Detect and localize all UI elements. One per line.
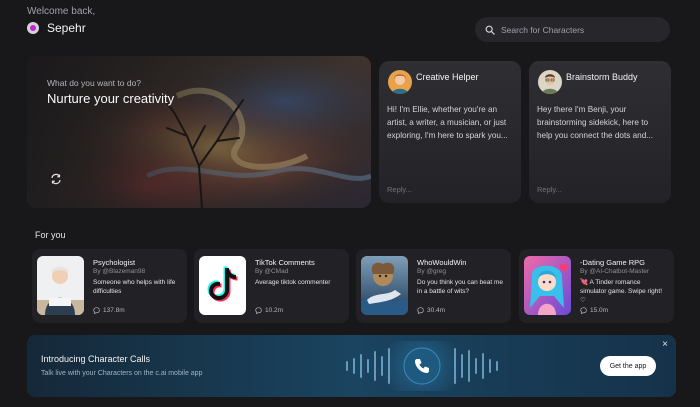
character-card-psychologist[interactable]: Psychologist By @Blazeman98 Someone who … xyxy=(32,249,187,323)
user-name: Sepehr xyxy=(47,21,86,35)
interaction-count: 30.4m xyxy=(417,307,445,314)
interaction-count: 15.0m xyxy=(580,307,608,314)
chat-card-creative-helper[interactable]: Creative Helper Hi! I'm Ellie, whether y… xyxy=(379,61,521,203)
character-name: -Dating Game RPG xyxy=(580,258,646,267)
hero-question: What do you want to do? xyxy=(47,78,142,88)
character-description: Average tiktok commenter xyxy=(255,279,331,286)
search-bar[interactable] xyxy=(475,17,670,42)
character-image xyxy=(199,256,246,315)
character-description: 💘 A Tinder romance simulator game. Swipe… xyxy=(580,279,663,304)
user-avatar xyxy=(27,22,39,34)
banner-title: Introducing Character Calls xyxy=(41,354,151,364)
hero-banner[interactable]: What do you want to do? Nurture your cre… xyxy=(27,56,371,208)
reply-input[interactable]: Reply... xyxy=(387,185,412,194)
character-author: By @AI-Chatbot-Master xyxy=(580,268,650,275)
refresh-icon[interactable] xyxy=(49,172,63,186)
chat-bubble-icon xyxy=(93,307,100,314)
interaction-count: 137.8m xyxy=(93,307,125,314)
chat-bubble-icon xyxy=(580,307,587,314)
hero-title: Nurture your creativity xyxy=(47,91,175,106)
character-name: Psychologist xyxy=(93,258,136,267)
search-input[interactable] xyxy=(501,24,661,35)
character-author: By @Blazeman98 xyxy=(93,268,146,275)
chat-message: Hey there I'm Benji, your brainstorming … xyxy=(537,105,654,140)
chat-bubble-icon xyxy=(255,307,262,314)
avatar xyxy=(538,70,562,94)
banner-subtitle: Talk live with your Characters on the c.… xyxy=(41,370,203,377)
chat-name: Brainstorm Buddy xyxy=(566,72,638,82)
character-author: By @greg xyxy=(417,268,446,275)
phone-icon xyxy=(415,359,429,373)
chat-card-brainstorm-buddy[interactable]: Brainstorm Buddy Hey there I'm Benji, yo… xyxy=(529,61,671,203)
avatar xyxy=(388,70,412,94)
section-title-for-you: For you xyxy=(35,230,66,240)
chat-name: Creative Helper xyxy=(416,72,479,82)
character-author: By @CMad xyxy=(255,268,289,275)
character-calls-banner[interactable]: Introducing Character Calls Talk live wi… xyxy=(27,335,676,397)
welcome-text: Welcome back, xyxy=(27,6,96,17)
chat-bubble-icon xyxy=(417,307,424,314)
chat-message: Hi! I'm Ellie, whether you're an artist,… xyxy=(387,105,508,140)
reply-input[interactable]: Reply... xyxy=(537,185,562,194)
character-image xyxy=(361,256,408,315)
interaction-count: 10.2m xyxy=(255,307,283,314)
character-card-tiktok-comments[interactable]: TikTok Comments By @CMad Average tiktok … xyxy=(194,249,349,323)
character-card-whowouldwin[interactable]: WhoWouldWin By @greg Do you think you ca… xyxy=(356,249,511,323)
character-image xyxy=(524,256,571,315)
get-the-app-button[interactable]: Get the app xyxy=(600,356,656,376)
character-card-dating-game-rpg[interactable]: -Dating Game RPG By @AI-Chatbot-Master 💘… xyxy=(519,249,674,323)
search-icon xyxy=(485,25,495,35)
character-description: Someone who helps with life difficulties xyxy=(93,279,176,295)
close-icon[interactable]: × xyxy=(659,339,671,351)
user-profile[interactable]: Sepehr xyxy=(27,21,86,35)
character-name: WhoWouldWin xyxy=(417,258,467,267)
character-name: TikTok Comments xyxy=(255,258,315,267)
character-description: Do you think you can beat me in a battle… xyxy=(417,279,503,295)
character-image xyxy=(37,256,84,315)
